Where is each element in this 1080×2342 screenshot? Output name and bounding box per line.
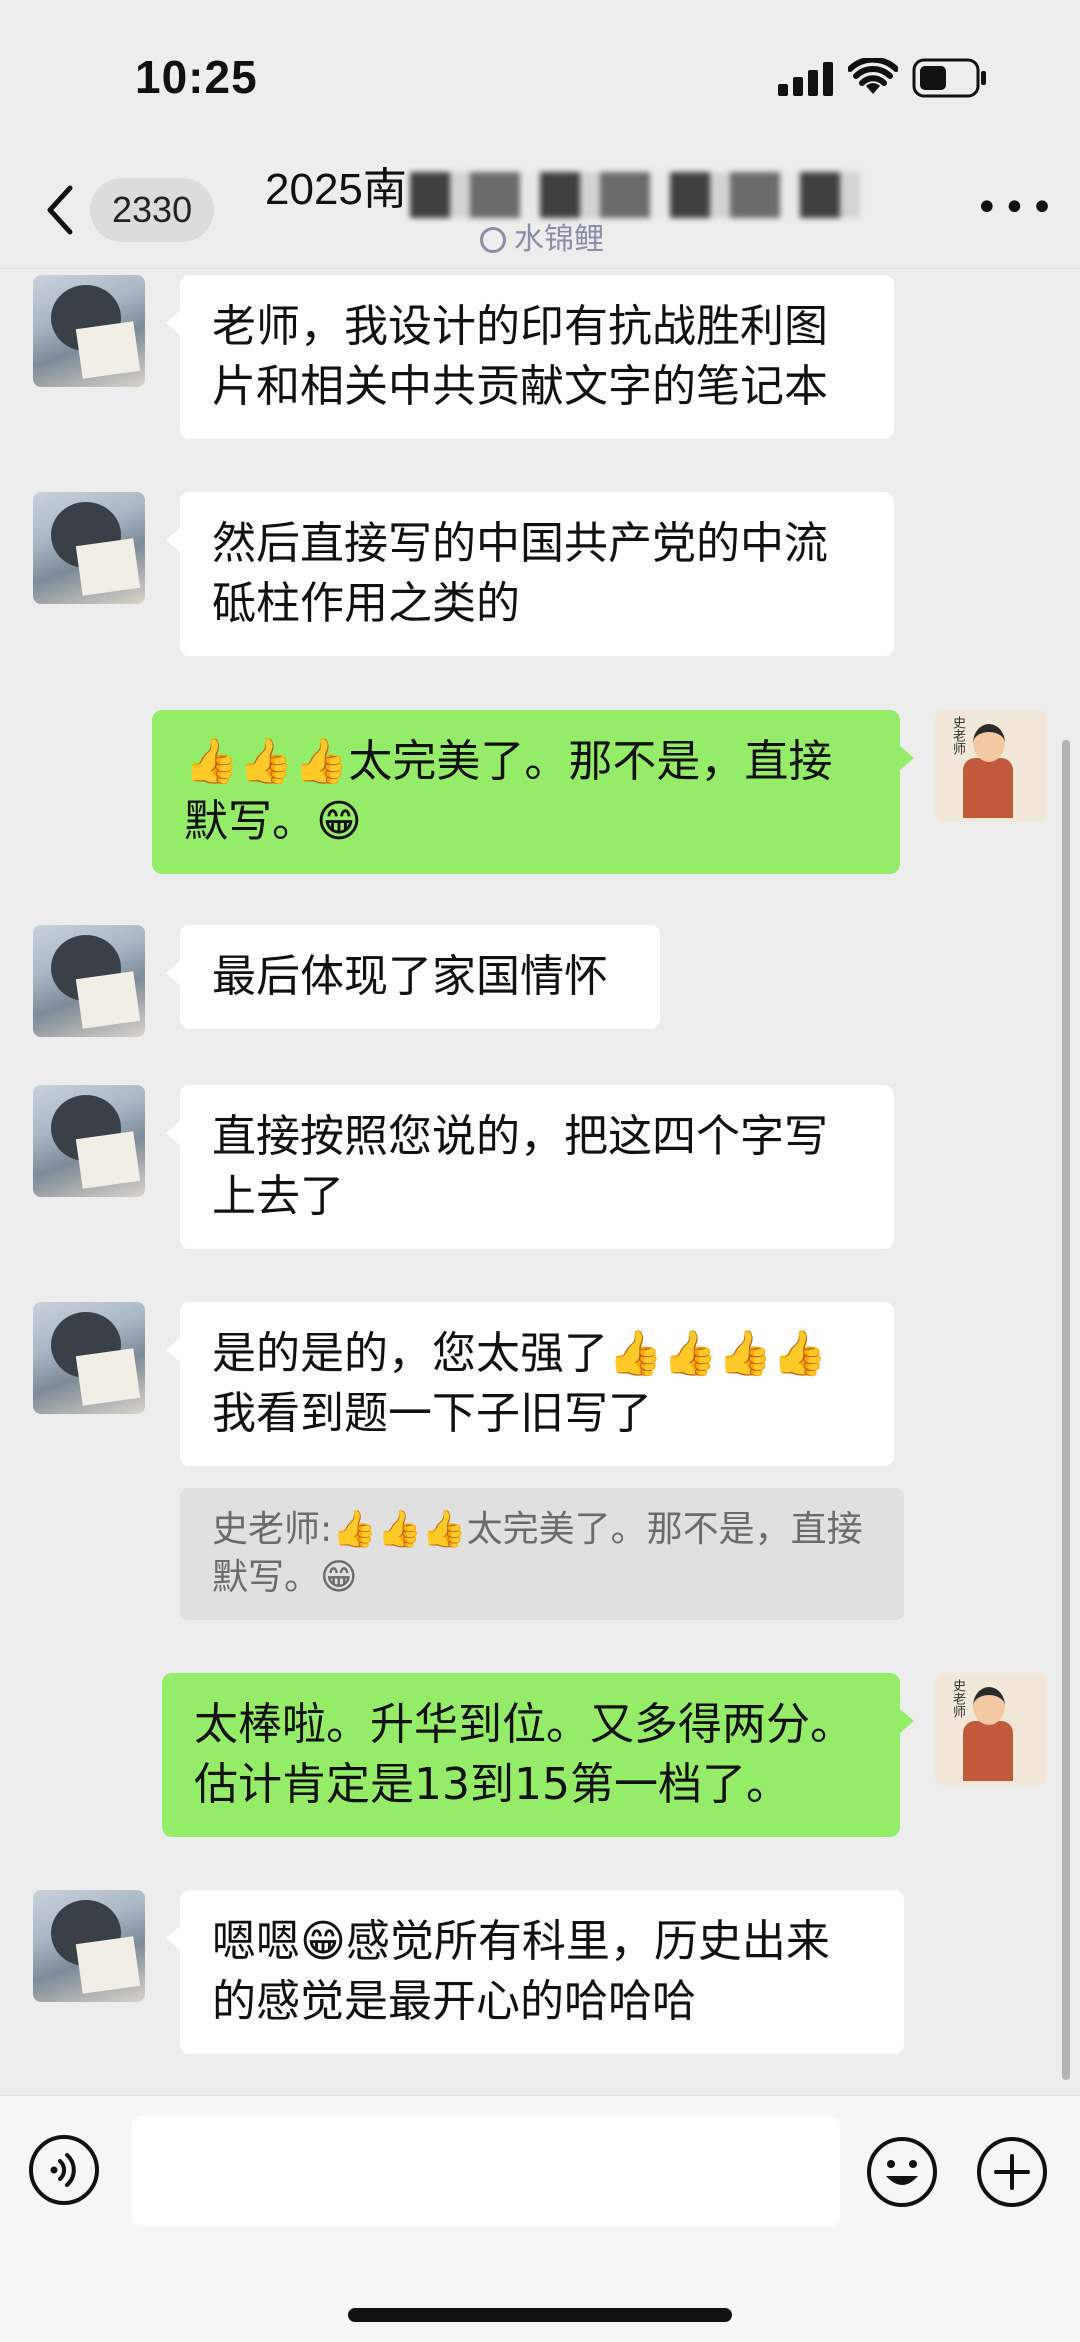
message-input[interactable] xyxy=(132,2116,840,2226)
message-text: 直接按照您说的，把这四个字写上去了 xyxy=(212,1111,828,1222)
back-chevron-icon[interactable] xyxy=(40,180,80,240)
avatar[interactable] xyxy=(33,492,145,604)
avatar[interactable]: 史老师 xyxy=(935,710,1047,822)
avatar[interactable] xyxy=(33,1085,145,1197)
message-bubble[interactable]: 嗯嗯😁感觉所有科里，历史出来的感觉是最开心的哈哈哈 xyxy=(166,1890,904,2054)
chat-header: 2330 2025南 水锦鲤 ••• xyxy=(0,150,1080,269)
message-text: 嗯嗯😁感觉所有科里，历史出来的感觉是最开心的哈哈哈 xyxy=(212,1916,830,2027)
message-text: 是的是的，您太强了👍👍👍👍我看到题一下子旧写了 xyxy=(212,1328,828,1439)
message-bubble[interactable]: 老师，我设计的印有抗战胜利图片和相关中共贡献文字的笔记本 xyxy=(166,275,894,439)
message-bubble[interactable]: 👍👍👍太完美了。那不是，直接默写。😁 xyxy=(152,710,914,874)
avatar[interactable] xyxy=(33,1302,145,1414)
chat-subtitle-text: 水锦鲤 xyxy=(514,222,604,257)
message-text: 老师，我设计的印有抗战胜利图片和相关中共贡献文字的笔记本 xyxy=(212,301,828,412)
teacher-avatar-label: 史老师 xyxy=(950,1679,965,1718)
chat-subtitle: 水锦鲤 xyxy=(480,220,604,260)
status-bar: 10:25 xyxy=(0,0,1080,150)
scrollbar[interactable] xyxy=(1062,740,1070,2080)
message-bubble[interactable]: 太棒啦。升华到位。又多得两分。估计肯定是13到15第一档了。 xyxy=(162,1673,914,1837)
message-bubble[interactable]: 是的是的，您太强了👍👍👍👍我看到题一下子旧写了 xyxy=(166,1302,894,1466)
voice-icon[interactable] xyxy=(28,2134,100,2206)
message-bubble[interactable]: 然后直接写的中国共产党的中流砥柱作用之类的 xyxy=(166,492,894,656)
home-indicator[interactable] xyxy=(348,2308,732,2322)
signal-icon xyxy=(778,62,833,96)
message-text: 然后直接写的中国共产党的中流砥柱作用之类的 xyxy=(212,518,828,629)
input-bar xyxy=(0,2095,1080,2342)
quoted-message[interactable]: 史老师:👍👍👍太完美了。那不是，直接默写。😁 xyxy=(180,1488,904,1620)
avatar[interactable]: 史老师 xyxy=(935,1673,1047,1785)
wifi-icon xyxy=(848,58,898,94)
more-dots-icon[interactable]: ••• xyxy=(975,188,1058,228)
message-bubble[interactable]: 最后体现了家国情怀 xyxy=(166,925,660,1029)
message-bubble[interactable]: 直接按照您说的，把这四个字写上去了 xyxy=(166,1085,894,1249)
status-time: 10:25 xyxy=(135,51,258,103)
message-text: 👍👍👍太完美了。那不是，直接默写。😁 xyxy=(184,736,833,847)
avatar[interactable] xyxy=(33,275,145,387)
chat-title: 2025南 xyxy=(265,165,407,214)
battery-icon xyxy=(912,58,986,98)
avatar[interactable] xyxy=(33,925,145,1037)
quoted-text: 史老师:👍👍👍太完美了。那不是，直接默写。😁 xyxy=(212,1509,863,1598)
message-text: 太棒啦。升华到位。又多得两分。估计肯定是13到15第一档了。 xyxy=(194,1699,854,1810)
redacted-title-mask xyxy=(410,172,860,218)
avatar[interactable] xyxy=(33,1890,145,2002)
unread-count-badge[interactable]: 2330 xyxy=(90,178,215,242)
emoji-icon[interactable] xyxy=(866,2136,938,2208)
teacher-avatar-label: 史老师 xyxy=(950,716,965,755)
plus-icon[interactable] xyxy=(976,2136,1048,2208)
group-icon xyxy=(480,227,506,253)
message-text: 最后体现了家国情怀 xyxy=(212,951,608,1002)
